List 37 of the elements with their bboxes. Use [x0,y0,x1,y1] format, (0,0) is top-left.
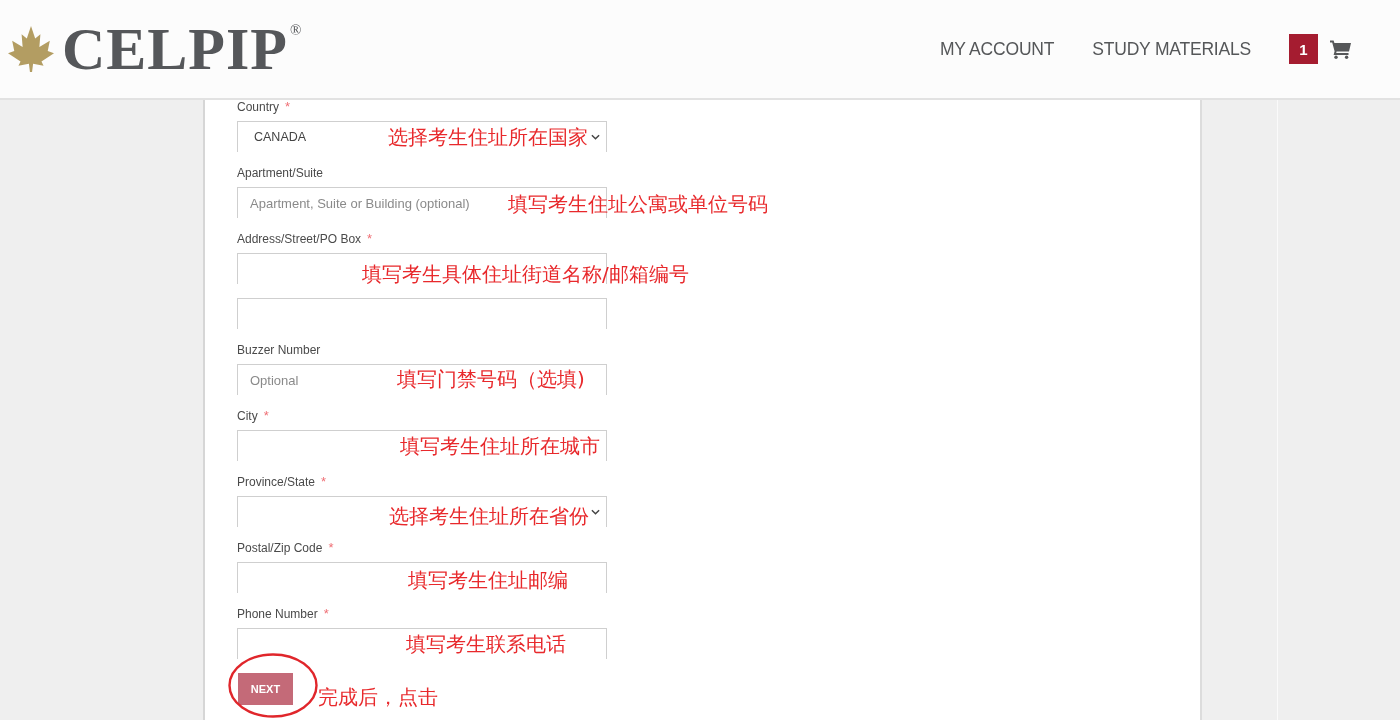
text-field[interactable] [237,298,607,329]
annotation-text: 填写考生具体住址街道名称/邮箱编号 [362,262,689,286]
required-asterisk: * [328,541,334,555]
maple-leaf-icon [8,26,54,72]
cart-count-badge: 1 [1289,34,1318,64]
select-field[interactable] [237,496,607,527]
annotation-text: 填写考生联系电话 [406,632,566,656]
field-label: Buzzer Number [237,343,321,357]
field-label: Country [237,100,280,114]
logo-wordmark[interactable]: CELPIP$^{®}$ [62,19,303,79]
annotation-text: 选择考生住址所在国家 [388,125,588,149]
annotation-text: 填写考生住址邮编 [408,568,568,592]
field-label: Address/Street/PO Box [237,232,362,246]
field-label: Postal/Zip Code [237,541,323,555]
annotation-text: 填写考生住址所在城市 [400,434,600,458]
text-field[interactable] [237,430,607,461]
required-asterisk: * [285,100,291,114]
chevron-down-icon [591,134,600,140]
text-field[interactable] [237,562,607,593]
required-asterisk: * [263,409,269,423]
annotation-text: 填写门禁号码（选填) [397,367,585,391]
field-label: City [237,409,258,423]
field-label: Phone Number [237,607,318,621]
required-asterisk: * [323,607,329,621]
annotation-text: 完成后，点击 [318,685,438,709]
cart-icon[interactable] [1330,39,1351,59]
text-field[interactable] [237,253,607,284]
nav-link[interactable]: MY ACCOUNT [939,38,1055,60]
annotation-text: 选择考生住址所在省份 [389,504,589,528]
next-button[interactable]: NEXT [238,673,293,705]
text-field[interactable] [237,628,607,659]
required-asterisk: * [321,475,327,489]
chevron-down-icon [591,509,600,515]
field-label: Province/State [237,475,316,489]
nav-link[interactable]: STUDY MATERIALS [1092,38,1251,60]
field-label: Apartment/Suite [237,166,324,180]
required-asterisk: * [367,232,373,246]
